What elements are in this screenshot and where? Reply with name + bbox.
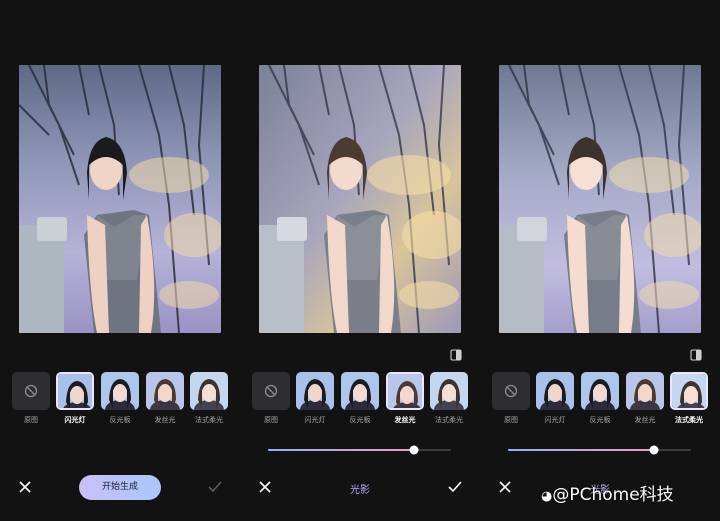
watermark: ◕@PChome科技 bbox=[541, 480, 674, 505]
portrait-thumbnail bbox=[58, 374, 92, 408]
intensity-slider[interactable] bbox=[268, 440, 451, 455]
filter-label-reflector: 反光板 bbox=[589, 416, 611, 424]
portrait-thumbnail bbox=[388, 374, 422, 408]
filter-hairlight-thumb[interactable] bbox=[146, 372, 184, 410]
filter-reflector-thumb[interactable] bbox=[341, 372, 379, 410]
confirm-check-icon[interactable] bbox=[207, 480, 223, 494]
filter-label-original: 原图 bbox=[24, 416, 38, 424]
filter-flash-thumb[interactable] bbox=[56, 372, 94, 410]
close-icon[interactable] bbox=[258, 480, 272, 494]
weibo-logo-icon: ◕ bbox=[541, 489, 553, 504]
portrait-thumbnail bbox=[430, 372, 468, 410]
compare-icon[interactable] bbox=[450, 349, 462, 361]
portrait-thumbnail bbox=[341, 372, 379, 410]
confirm-check-icon[interactable] bbox=[447, 480, 463, 494]
portrait-thumbnail bbox=[190, 372, 228, 410]
filter-hairlight-thumb[interactable] bbox=[626, 372, 664, 410]
filter-reflector-thumb[interactable] bbox=[101, 372, 139, 410]
filter-hairlight-thumb[interactable] bbox=[386, 372, 424, 410]
filter-label-original: 原图 bbox=[504, 416, 518, 424]
panel-1: 原图 闪光灯 反光板 发丝光 法式柔光 开始生成 bbox=[0, 0, 240, 521]
filter-label-hairlight: 发丝光 bbox=[394, 416, 416, 424]
filter-original-thumb[interactable] bbox=[12, 372, 50, 410]
filter-label-flash: 闪光灯 bbox=[544, 416, 566, 424]
filter-flash-thumb[interactable] bbox=[296, 372, 334, 410]
filter-strip: 原图 闪光灯 反光板 发丝光 法式柔光 bbox=[492, 372, 714, 428]
slider-track bbox=[508, 445, 691, 455]
filter-label-flash: 闪光灯 bbox=[304, 416, 326, 424]
portrait-thumbnail bbox=[101, 372, 139, 410]
panel-2: 原图 闪光灯 反光板 发丝光 法式柔光 光影 bbox=[240, 0, 480, 521]
filter-strip: 原图 闪光灯 反光板 发丝光 法式柔光 bbox=[12, 372, 234, 428]
filter-label-hairlight: 发丝光 bbox=[634, 416, 656, 424]
filter-flash-thumb[interactable] bbox=[536, 372, 574, 410]
filter-original-thumb[interactable] bbox=[252, 372, 290, 410]
filter-label-reflector: 反光板 bbox=[349, 416, 371, 424]
start-generate-button[interactable]: 开始生成 bbox=[79, 475, 161, 500]
filter-original-thumb[interactable] bbox=[492, 372, 530, 410]
portrait-thumbnail bbox=[581, 372, 619, 410]
compare-icon[interactable] bbox=[690, 349, 702, 361]
filter-label-flash: 闪光灯 bbox=[64, 416, 86, 424]
portrait-thumbnail bbox=[146, 372, 184, 410]
close-icon[interactable] bbox=[498, 480, 512, 494]
filter-label-french: 法式柔光 bbox=[435, 416, 463, 424]
filter-french-thumb[interactable] bbox=[670, 372, 708, 410]
filter-french-thumb[interactable] bbox=[190, 372, 228, 410]
photo-preview bbox=[259, 65, 461, 333]
photo-preview bbox=[499, 65, 701, 333]
no-filter-icon bbox=[504, 384, 518, 398]
filter-label-french: 法式柔光 bbox=[195, 416, 223, 424]
close-icon[interactable] bbox=[18, 480, 32, 494]
slider-thumb[interactable] bbox=[649, 445, 659, 455]
portrait-thumbnail bbox=[536, 372, 574, 410]
panel-3: 原图 闪光灯 反光板 发丝光 法式柔光 光影 bbox=[480, 0, 720, 521]
intensity-slider[interactable] bbox=[508, 440, 691, 455]
filter-reflector-thumb[interactable] bbox=[581, 372, 619, 410]
filter-strip: 原图 闪光灯 反光板 发丝光 法式柔光 bbox=[252, 372, 474, 428]
no-filter-icon bbox=[264, 384, 278, 398]
filter-label-original: 原图 bbox=[264, 416, 278, 424]
filter-label-hairlight: 发丝光 bbox=[154, 416, 176, 424]
portrait-thumbnail bbox=[672, 374, 706, 408]
filter-label-reflector: 反光板 bbox=[109, 416, 131, 424]
portrait-thumbnail bbox=[296, 372, 334, 410]
portrait-thumbnail bbox=[626, 372, 664, 410]
mode-title: 光影 bbox=[350, 485, 370, 496]
filter-french-thumb[interactable] bbox=[430, 372, 468, 410]
slider-track bbox=[268, 445, 451, 455]
watermark-text: @PChome科技 bbox=[552, 485, 674, 505]
slider-thumb[interactable] bbox=[409, 445, 419, 455]
photo-preview bbox=[19, 65, 221, 333]
bottom-toolbar: 光影 bbox=[240, 470, 480, 510]
bottom-toolbar: 开始生成 bbox=[0, 470, 240, 510]
no-filter-icon bbox=[24, 384, 38, 398]
filter-label-french: 法式柔光 bbox=[675, 416, 703, 424]
